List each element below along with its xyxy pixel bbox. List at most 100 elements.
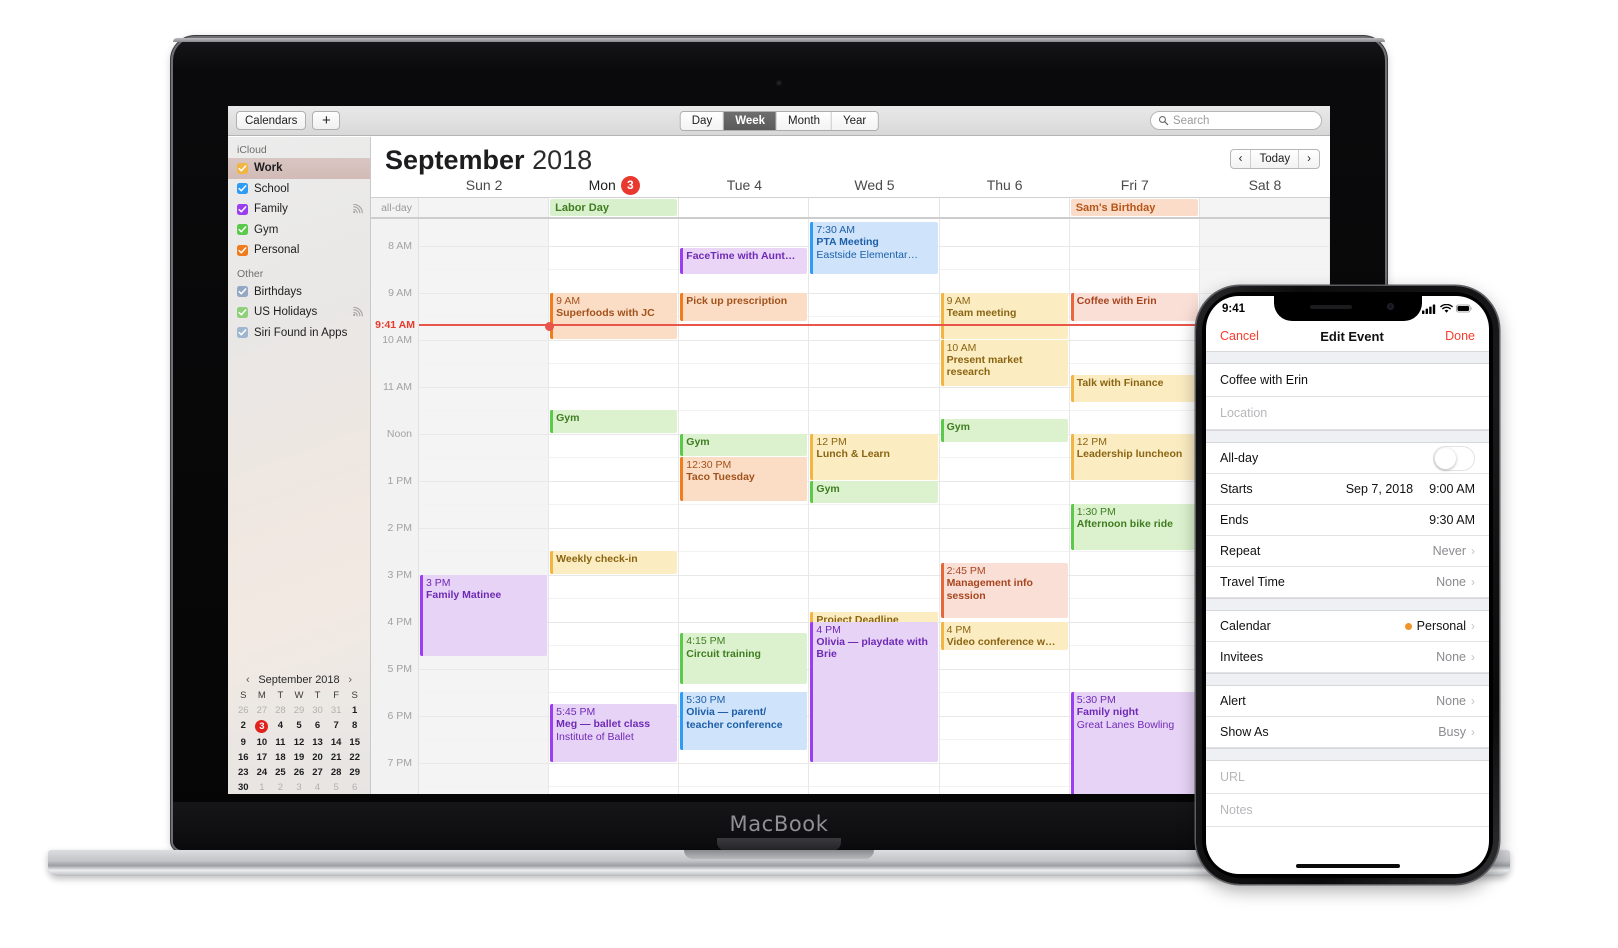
mini-day[interactable]: 22 [345,750,364,764]
mini-day[interactable]: 4 [271,718,290,734]
invitees-row[interactable]: Invitees None › [1206,642,1489,673]
calendar-checkbox[interactable] [237,183,248,195]
calendar-event[interactable]: 7:30 AM PTA Meeting Eastside Elementar… [810,222,938,274]
travel-time-row[interactable]: Travel Time None › [1206,567,1489,598]
mini-day[interactable]: 15 [345,735,364,749]
calendar-event[interactable]: Gym [810,480,938,503]
mini-day[interactable]: 12 [290,735,309,749]
mini-calendar-grid[interactable]: S M T W T F S 26 27 28 29 30 31 1 2 3 4 5 6 7 8 9 10 11 12 13 14 15… [234,688,364,794]
calendar-checkbox[interactable] [237,224,248,236]
show-as-row[interactable]: Show As Busy › [1206,717,1489,748]
notes-field[interactable]: Notes [1206,794,1489,827]
home-indicator[interactable] [1295,864,1400,868]
mini-day[interactable]: 23 [234,765,253,779]
all-day-cell-0[interactable] [419,198,550,217]
mini-day[interactable]: 26 [234,703,253,717]
mini-day[interactable]: 17 [253,750,272,764]
mini-day[interactable]: 20 [308,750,327,764]
calendar-checkbox[interactable] [237,306,248,318]
mini-day[interactable]: 24 [253,765,272,779]
calendar-event[interactable]: Gym [550,410,678,433]
calendar-event[interactable]: Weekly check-in [550,551,678,574]
calendars-button[interactable]: Calendars [236,111,307,130]
calendar-event[interactable]: 4 PM Video conference w… [940,621,1068,650]
sidebar-item-us-holidays[interactable]: US Holidays [228,302,370,323]
mini-day[interactable]: 18 [271,750,290,764]
mini-next-month-icon[interactable]: › [345,674,356,686]
mini-day[interactable]: 1 [253,780,272,794]
all-day-row[interactable]: All-day [1206,443,1489,474]
day-column-2[interactable]: FaceTime with Aunt… Pick up prescription G… [679,219,810,794]
mini-day[interactable]: 11 [271,735,290,749]
day-header-3[interactable]: Wed 5 [809,173,939,197]
all-day-cell-1[interactable]: Labor Day [549,198,680,217]
prev-week-button[interactable]: ‹ [1231,150,1252,168]
day-column-5[interactable]: Coffee with Erin Talk with Finance 12 PM Le… [1069,219,1200,794]
calendar-event[interactable]: 4 PM Olivia — playdate with Brie [810,621,938,762]
calendar-event[interactable]: 3 PM Family Matinee [420,574,548,656]
event-location-field[interactable]: Location [1206,397,1489,430]
mini-day[interactable]: 27 [253,703,272,717]
mini-day[interactable]: 30 [308,703,327,717]
all-day-event[interactable]: Sam's Birthday [1070,199,1198,216]
mini-day[interactable]: 5 [327,780,346,794]
calendar-event[interactable]: 12:30 PM Taco Tuesday [680,457,808,501]
sidebar-item-family[interactable]: Family [228,199,370,220]
today-button[interactable]: Today [1251,150,1300,168]
all-day-cell-5[interactable]: Sam's Birthday [1070,198,1200,217]
calendar-event[interactable]: 4:15 PM Circuit training [680,633,808,684]
mini-day[interactable]: 4 [308,780,327,794]
mini-day[interactable]: 28 [271,703,290,717]
mini-day[interactable]: 16 [234,750,253,764]
calendar-event[interactable]: Gym [940,419,1068,442]
search-field[interactable]: Search [1150,111,1322,130]
all-day-cell-6[interactable] [1199,198,1330,217]
sidebar-item-school[interactable]: School [228,179,370,200]
url-field[interactable]: URL [1206,761,1489,794]
mini-day[interactable]: 31 [327,703,346,717]
view-segmented-control[interactable]: Day Week Month Year [679,110,879,131]
view-tab-month[interactable]: Month [777,111,833,130]
calendar-event[interactable]: Coffee with Erin [1070,292,1198,321]
mini-day[interactable]: 1 [345,703,364,717]
mini-day[interactable]: 10 [253,735,272,749]
view-tab-year[interactable]: Year [832,111,878,130]
day-column-4[interactable]: 9 AM Team meeting 10 AM Present market rese… [939,219,1070,794]
all-day-cell-2[interactable] [679,198,810,217]
mini-day[interactable]: 13 [308,735,327,749]
mini-day[interactable]: 28 [327,765,346,779]
day-header-2[interactable]: Tue 4 [679,173,809,197]
all-day-cell-4[interactable] [940,198,1070,217]
day-header-6[interactable]: Sat 8 [1200,173,1330,197]
calendar-event[interactable]: 5:30 PM Family night Great Lanes Bowling [1070,692,1198,794]
mini-day[interactable]: 29 [290,703,309,717]
day-header-4[interactable]: Thu 6 [940,173,1070,197]
calendar-row[interactable]: Calendar Personal › [1206,611,1489,642]
day-column-1[interactable]: 9 AM Superfoods with JC Gym Weekly check-in… [549,219,680,794]
mini-day[interactable]: 21 [327,750,346,764]
calendar-event[interactable]: 9 AM Superfoods with JC [550,292,678,339]
repeat-row[interactable]: Repeat Never › [1206,536,1489,567]
add-event-button[interactable]: + [312,111,341,130]
calendar-event[interactable]: 12 PM Leadership luncheon [1070,433,1198,480]
view-tab-week[interactable]: Week [724,111,778,130]
ends-row[interactable]: Ends 9:30 AM [1206,505,1489,536]
calendar-checkbox[interactable] [237,162,248,174]
calendar-event[interactable]: Pick up prescription [680,292,808,321]
sidebar-item-siri-found-in-apps[interactable]: Siri Found in Apps [228,323,370,344]
calendar-event[interactable]: 1:30 PM Afternoon bike ride [1070,504,1198,550]
mini-day[interactable]: 6 [308,718,327,734]
date-navigation[interactable]: ‹ Today › [1229,149,1320,169]
mini-day[interactable]: 5 [290,718,309,734]
mini-day[interactable]: 19 [290,750,309,764]
event-title-field[interactable]: Coffee with Erin [1206,364,1489,397]
cancel-button[interactable]: Cancel [1220,329,1259,343]
calendar-checkbox[interactable] [237,327,248,339]
calendar-event[interactable]: 5:30 PM Olivia — parent/ teacher conferen… [680,692,808,750]
view-tab-day[interactable]: Day [680,111,725,130]
calendar-event[interactable]: FaceTime with Aunt… [680,247,808,274]
calendar-event[interactable]: 12 PM Lunch & Learn [810,433,938,480]
mini-day[interactable]: 7 [327,718,346,734]
mini-day[interactable]: 3 [290,780,309,794]
day-header-0[interactable]: Sun 2 [419,173,549,197]
